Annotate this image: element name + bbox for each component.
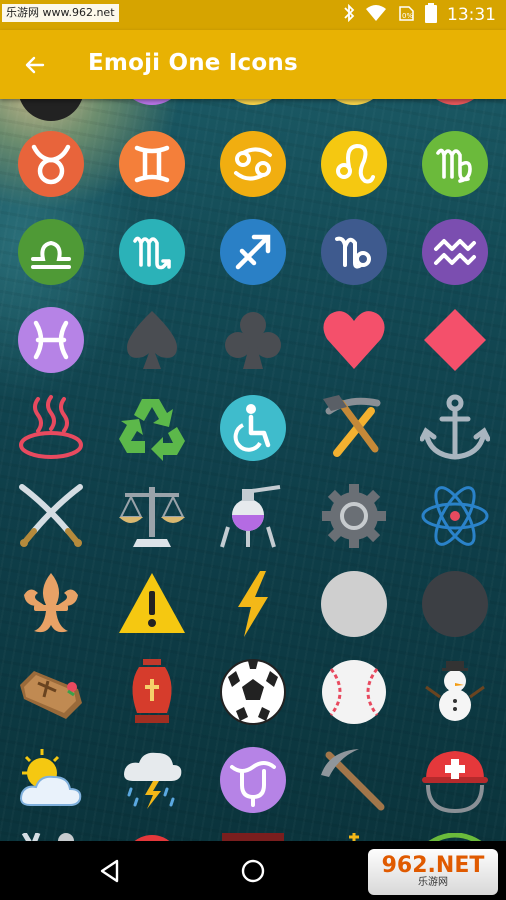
fleur-de-lis-icon[interactable] <box>16 569 86 639</box>
page-title: Emoji One Icons <box>88 50 298 76</box>
no-sim-icon: 0% <box>397 4 415 27</box>
high-voltage-icon[interactable] <box>218 569 288 639</box>
scales-icon[interactable] <box>117 481 187 551</box>
pisces-icon[interactable] <box>16 305 86 375</box>
status-time: 13:31 <box>447 5 496 25</box>
pick-icon[interactable] <box>319 745 389 815</box>
nav-home-button[interactable] <box>235 853 271 889</box>
sagittarius-icon[interactable] <box>218 217 288 287</box>
crossed-swords-icon[interactable] <box>16 481 86 551</box>
wheelchair-icon[interactable] <box>218 393 288 463</box>
red-partial-icon[interactable] <box>420 99 490 107</box>
cloud-with-lightning-and-rain-icon[interactable] <box>117 745 187 815</box>
watermark-top: 乐游网 www.962.net <box>2 4 119 22</box>
svg-text:0%: 0% <box>402 12 413 20</box>
nav-home-icon <box>241 859 265 883</box>
cancer-icon[interactable] <box>218 129 288 199</box>
libra-icon[interactable] <box>16 217 86 287</box>
status-bar: 乐游网 www.962.net 0% 13:31 <box>0 0 506 30</box>
partial-icon-5[interactable] <box>420 833 490 841</box>
nav-back-icon <box>100 859 119 883</box>
club-suit-icon[interactable] <box>218 305 288 375</box>
back-button[interactable] <box>16 46 54 84</box>
watermark-small: 乐游网 <box>418 877 448 888</box>
recycling-icon[interactable] <box>117 393 187 463</box>
snowman-icon[interactable] <box>420 657 490 727</box>
coffin-icon[interactable] <box>16 657 86 727</box>
spade-suit-icon[interactable] <box>117 305 187 375</box>
hot-springs-icon[interactable] <box>16 393 86 463</box>
purple-partial-icon[interactable] <box>117 99 187 107</box>
warning-icon[interactable] <box>117 569 187 639</box>
yellow-partial-icon[interactable] <box>218 99 288 107</box>
arrow-back-icon <box>25 56 45 74</box>
icon-grid <box>0 99 506 841</box>
gear-icon[interactable] <box>319 481 389 551</box>
alembic-icon[interactable] <box>218 481 288 551</box>
leo-icon[interactable] <box>319 129 389 199</box>
gemini-icon[interactable] <box>117 129 187 199</box>
bluetooth-icon <box>343 3 355 27</box>
partial-icon-2[interactable] <box>117 833 187 841</box>
navigation-bar: 962.NET 乐游网 <box>0 841 506 900</box>
funeral-urn-icon[interactable] <box>117 657 187 727</box>
atom-icon[interactable] <box>420 481 490 551</box>
black-circle-icon[interactable] <box>420 569 490 639</box>
virgo-icon[interactable] <box>420 129 490 199</box>
heart-suit-icon[interactable] <box>319 305 389 375</box>
yellow-partial-icon-2[interactable] <box>319 99 389 107</box>
scorpius-icon[interactable] <box>117 217 187 287</box>
ophiuchus-icon[interactable] <box>218 745 288 815</box>
nav-back-button[interactable] <box>92 853 128 889</box>
watermark-big: 962.NET <box>381 853 485 878</box>
hammer-and-pick-icon[interactable] <box>319 393 389 463</box>
baseball-icon[interactable] <box>319 657 389 727</box>
partial-icon-1[interactable] <box>16 833 86 841</box>
anchor-icon[interactable] <box>420 393 490 463</box>
app-bar: Emoji One Icons <box>0 30 506 99</box>
white-circle-icon[interactable] <box>319 569 389 639</box>
aquarius-icon[interactable] <box>420 217 490 287</box>
sun-behind-cloud-icon[interactable] <box>16 745 86 815</box>
status-icons: 0% 13:31 <box>343 2 496 28</box>
rescue-worker-helmet-icon[interactable] <box>420 745 490 815</box>
partial-icon-3[interactable] <box>218 833 288 841</box>
wifi-icon <box>365 4 387 27</box>
partial-icon-4[interactable] <box>319 833 389 841</box>
aries-partial-icon[interactable] <box>16 99 86 123</box>
diamond-suit-icon[interactable] <box>420 305 490 375</box>
watermark-bottom: 962.NET 乐游网 <box>368 849 498 895</box>
taurus-icon[interactable] <box>16 129 86 199</box>
capricorn-icon[interactable] <box>319 217 389 287</box>
soccer-ball-icon[interactable] <box>218 657 288 727</box>
battery-icon <box>425 2 437 28</box>
